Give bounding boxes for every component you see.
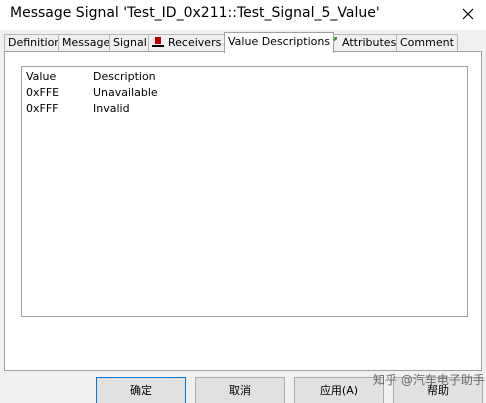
value-cell: 0xFFE [26,86,60,99]
tab-label: Attributes [342,36,397,49]
tab-comment[interactable]: Comment [396,34,458,52]
tab-label: Comment [400,36,454,49]
cancel-button[interactable]: 取消 [195,377,285,403]
window-title: Message Signal 'Test_ID_0x211::Test_Sign… [10,5,380,21]
tab-receivers[interactable]: Receivers [148,34,226,52]
tab-label: Value Descriptions [228,35,331,48]
column-header-value[interactable]: Value [26,70,56,83]
ok-button[interactable]: 确定 [96,377,186,403]
title-bar: Message Signal 'Test_ID_0x211::Test_Sign… [0,0,486,30]
tab-label: Message [62,36,111,49]
close-button[interactable] [456,3,480,25]
tab-label: Receivers [168,36,222,49]
tab-label: Definition [8,36,62,49]
table-row[interactable]: 0xFFE Unavailable [22,86,467,102]
tab-page-value-descriptions: Value Description 0xFFE Unavailable 0xFF… [4,51,482,371]
value-description-list[interactable]: Value Description 0xFFE Unavailable 0xFF… [21,66,468,317]
close-icon [462,8,474,20]
table-row[interactable]: 0xFFF Invalid [22,102,467,118]
watermark-text: 知乎 @汽车电子助手 [373,373,485,387]
description-cell: Invalid [93,102,130,115]
tab-signal[interactable]: Signal [109,34,151,52]
value-cell: 0xFFF [26,102,59,115]
tab-definition[interactable]: Definition [4,34,66,52]
column-header-description[interactable]: Description [93,70,156,83]
tab-strip: Definition Message Signal Receivers Valu… [4,32,482,53]
dialog-client-area: Definition Message Signal Receivers Valu… [0,30,486,403]
tab-value-descriptions[interactable]: Value Descriptions [224,32,335,53]
tab-message[interactable]: Message [58,34,115,52]
apply-button[interactable]: 应用(A) [294,377,384,403]
description-cell: Unavailable [93,86,158,99]
tab-label: Signal [113,36,147,49]
